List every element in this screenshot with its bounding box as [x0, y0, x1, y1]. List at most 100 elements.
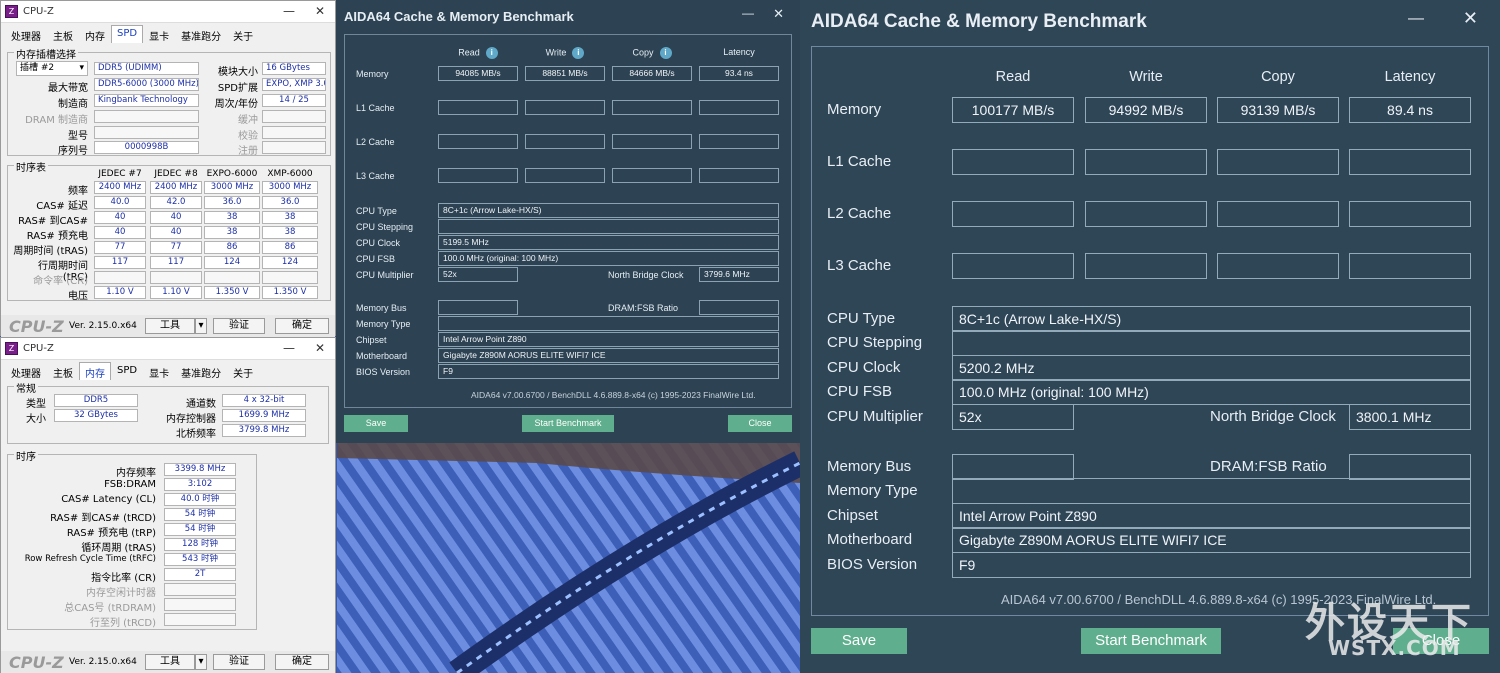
- timing-value: [164, 583, 236, 596]
- check: [262, 126, 326, 139]
- l3-label: L3 Cache: [827, 257, 892, 274]
- window-title: CPU-Z: [23, 343, 54, 354]
- timing-row-label: CAS# Latency (CL): [61, 494, 156, 505]
- nb-clock: 3800.1 MHz: [1349, 404, 1471, 430]
- timing-cell: 3000 MHz: [204, 181, 260, 194]
- window-title: AIDA64 Cache & Memory Benchmark: [344, 9, 574, 24]
- timing-cell: 38: [262, 226, 318, 239]
- buffer: [262, 110, 326, 123]
- minimize-icon[interactable]: —: [742, 6, 754, 20]
- tab-bar: 处理器 主板 内存 SPD 显卡 基准跑分 关于: [5, 25, 259, 43]
- tab-mainboard[interactable]: 主板: [47, 362, 79, 380]
- manufacturer: Kingbank Technology: [94, 94, 199, 107]
- cpuz-footer: CPU-Z Ver. 2.15.0.x64 工具 ▾ 验证 确定: [1, 651, 335, 673]
- l2-latency: [1349, 201, 1471, 227]
- tab-spd[interactable]: SPD: [111, 362, 143, 380]
- timing-row-label: 循环周期 (tRAS): [81, 543, 156, 554]
- tab-memory[interactable]: 内存: [79, 25, 111, 43]
- timing-cell: 86: [204, 241, 260, 254]
- timings-group-label: 时序: [14, 448, 38, 463]
- save-button[interactable]: Save: [811, 628, 907, 654]
- ok-button[interactable]: 确定: [275, 318, 329, 334]
- dram-fsb: [1349, 454, 1471, 480]
- start-benchmark-button[interactable]: Start Benchmark: [1081, 628, 1221, 654]
- timing-cell: [150, 271, 202, 284]
- minimize-icon[interactable]: —: [283, 4, 295, 18]
- tab-bench[interactable]: 基准跑分: [175, 25, 227, 43]
- start-benchmark-button[interactable]: Start Benchmark: [522, 415, 614, 432]
- aida64-window-large: AIDA64 Cache & Memory Benchmark — ✕ Read…: [800, 0, 1500, 673]
- l2-read: [952, 201, 1074, 227]
- channels: 4 x 32-bit: [222, 394, 306, 407]
- minimize-icon[interactable]: —: [283, 341, 295, 355]
- cpu-clock-label: CPU Clock: [827, 359, 901, 376]
- cpuz-memory-window: Z CPU-Z — ✕ 处理器 主板 内存 SPD 显卡 基准跑分 关于 常规 …: [0, 337, 336, 673]
- timing-row-label: CAS# 延迟: [36, 201, 88, 212]
- memory-write: 94992 MB/s: [1085, 97, 1207, 123]
- timing-value: [164, 613, 236, 626]
- timing-row-label: RAS# 到CAS#: [18, 216, 88, 227]
- close-icon[interactable]: ✕: [1463, 8, 1478, 29]
- l3-copy: [612, 168, 692, 183]
- tools-dropdown-icon[interactable]: ▾: [195, 318, 207, 334]
- validate-button[interactable]: 验证: [213, 318, 265, 334]
- l3-write: [1085, 253, 1207, 279]
- tools-dropdown-icon[interactable]: ▾: [195, 654, 207, 670]
- tab-graphics[interactable]: 显卡: [143, 362, 175, 380]
- close-icon[interactable]: ✕: [315, 4, 325, 18]
- latency-header: Latency: [723, 47, 755, 57]
- cpuz-footer: CPU-Z Ver. 2.15.0.x64 工具 ▾ 验证 确定: [1, 315, 335, 337]
- size-label: 大小: [26, 414, 46, 425]
- timing-cell: [94, 271, 146, 284]
- ok-button[interactable]: 确定: [275, 654, 329, 670]
- tools-button[interactable]: 工具: [145, 654, 195, 670]
- tab-about[interactable]: 关于: [227, 25, 259, 43]
- tab-graphics[interactable]: 显卡: [143, 25, 175, 43]
- timing-row-label: RAS# 预充电 (tRP): [66, 528, 156, 539]
- tab-about[interactable]: 关于: [227, 362, 259, 380]
- cpu-mult: 52x: [952, 404, 1074, 430]
- check-label: 校验: [238, 131, 258, 142]
- info-icon[interactable]: i: [485, 47, 498, 59]
- l2-latency: [699, 134, 779, 149]
- timing-cell: 1.350 V: [204, 286, 260, 299]
- tab-cpu[interactable]: 处理器: [5, 362, 47, 380]
- close-icon[interactable]: ✕: [773, 6, 784, 22]
- timing-cell: 42.0: [150, 196, 202, 209]
- tab-mainboard[interactable]: 主板: [47, 25, 79, 43]
- registered: [262, 141, 326, 154]
- copy-header-label: Copy: [632, 47, 654, 58]
- timing-cell: 40: [150, 211, 202, 224]
- timing-value: [164, 598, 236, 611]
- bios: F9: [438, 364, 779, 379]
- write-header-label: Write: [545, 47, 567, 58]
- info-icon[interactable]: i: [572, 47, 585, 59]
- timing-cell: 38: [204, 211, 260, 224]
- bios-label: BIOS Version: [827, 556, 918, 573]
- tab-memory[interactable]: 内存: [79, 362, 111, 380]
- l3-read: [952, 253, 1074, 279]
- info-icon[interactable]: i: [659, 47, 672, 59]
- timing-cell: 40.0: [94, 196, 146, 209]
- timing-row-label: 命令率 (CR): [33, 276, 88, 287]
- validate-button[interactable]: 验证: [213, 654, 265, 670]
- slot-select[interactable]: 插槽 #2 ▾: [16, 61, 88, 76]
- l1-copy: [1217, 149, 1339, 175]
- tab-cpu[interactable]: 处理器: [5, 25, 47, 43]
- chipset-label: Chipset: [827, 507, 878, 524]
- bios-label: BIOS Version: [356, 367, 411, 377]
- timing-row-label: 指令比率 (CR): [91, 573, 156, 584]
- minimize-icon[interactable]: —: [1408, 10, 1424, 28]
- copy-header: Copy: [1261, 69, 1295, 85]
- l2-copy: [1217, 201, 1339, 227]
- mem-type: [438, 316, 779, 331]
- window-title: CPU-Z: [23, 6, 54, 17]
- tab-bench[interactable]: 基准跑分: [175, 362, 227, 380]
- close-button[interactable]: Close: [728, 415, 792, 432]
- tools-button[interactable]: 工具: [145, 318, 195, 334]
- tab-spd[interactable]: SPD: [111, 25, 144, 43]
- save-button[interactable]: Save: [344, 415, 408, 432]
- memory-latency: 89.4 ns: [1349, 97, 1471, 123]
- close-icon[interactable]: ✕: [315, 341, 325, 355]
- timing-cell: 40: [150, 226, 202, 239]
